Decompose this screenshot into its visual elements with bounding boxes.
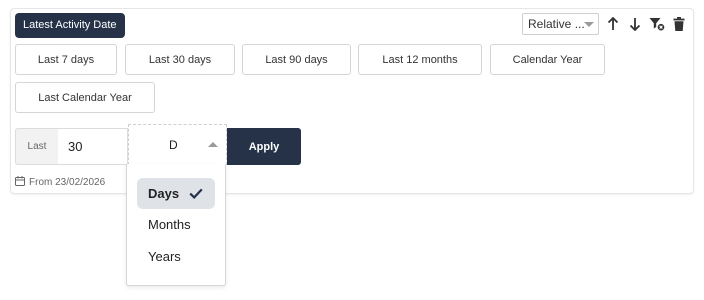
chevron-up-icon <box>208 142 218 147</box>
unit-option-label: Days <box>148 186 180 201</box>
last-prefix-label: Last <box>15 128 59 165</box>
apply-button[interactable]: Apply <box>227 128 301 165</box>
amount-input[interactable]: 30 <box>58 128 128 165</box>
preset-last-12-months[interactable]: Last 12 months <box>358 44 482 75</box>
unit-option-years[interactable]: Years <box>137 241 215 272</box>
preset-last-90-days[interactable]: Last 90 days <box>242 44 351 75</box>
chevron-down-icon <box>584 21 594 27</box>
check-icon <box>189 188 203 199</box>
preset-calendar-year[interactable]: Calendar Year <box>490 44 605 75</box>
arrow-down-icon[interactable] <box>627 16 643 32</box>
calendar-icon <box>15 176 25 189</box>
date-filter-card: Latest Activity Date Relative ... Last 7… <box>10 8 694 194</box>
preset-last-7-days[interactable]: Last 7 days <box>15 44 117 75</box>
unit-option-label: Months <box>148 217 191 232</box>
unit-option-days[interactable]: Days <box>137 178 215 209</box>
filter-clear-icon[interactable] <box>649 16 665 32</box>
filter-mode-value: Relative ... <box>528 17 584 31</box>
unit-option-months[interactable]: Months <box>137 209 215 240</box>
filter-toolbar: Relative ... <box>522 13 687 35</box>
trash-icon[interactable] <box>671 16 687 32</box>
unit-select[interactable]: D <box>128 124 227 165</box>
filter-title: Latest Activity Date <box>15 13 125 38</box>
filter-mode-select[interactable]: Relative ... <box>522 13 599 35</box>
unit-select-value: D <box>169 138 177 152</box>
from-date-text: From 23/02/2026 <box>29 177 106 188</box>
unit-option-label: Years <box>148 249 181 264</box>
from-date-line: From 23/02/2026 <box>15 176 105 189</box>
preset-last-calendar-year[interactable]: Last Calendar Year <box>15 82 155 113</box>
unit-dropdown-menu: Days Months Years <box>126 164 226 286</box>
arrow-up-icon[interactable] <box>605 16 621 32</box>
preset-last-30-days[interactable]: Last 30 days <box>125 44 235 75</box>
